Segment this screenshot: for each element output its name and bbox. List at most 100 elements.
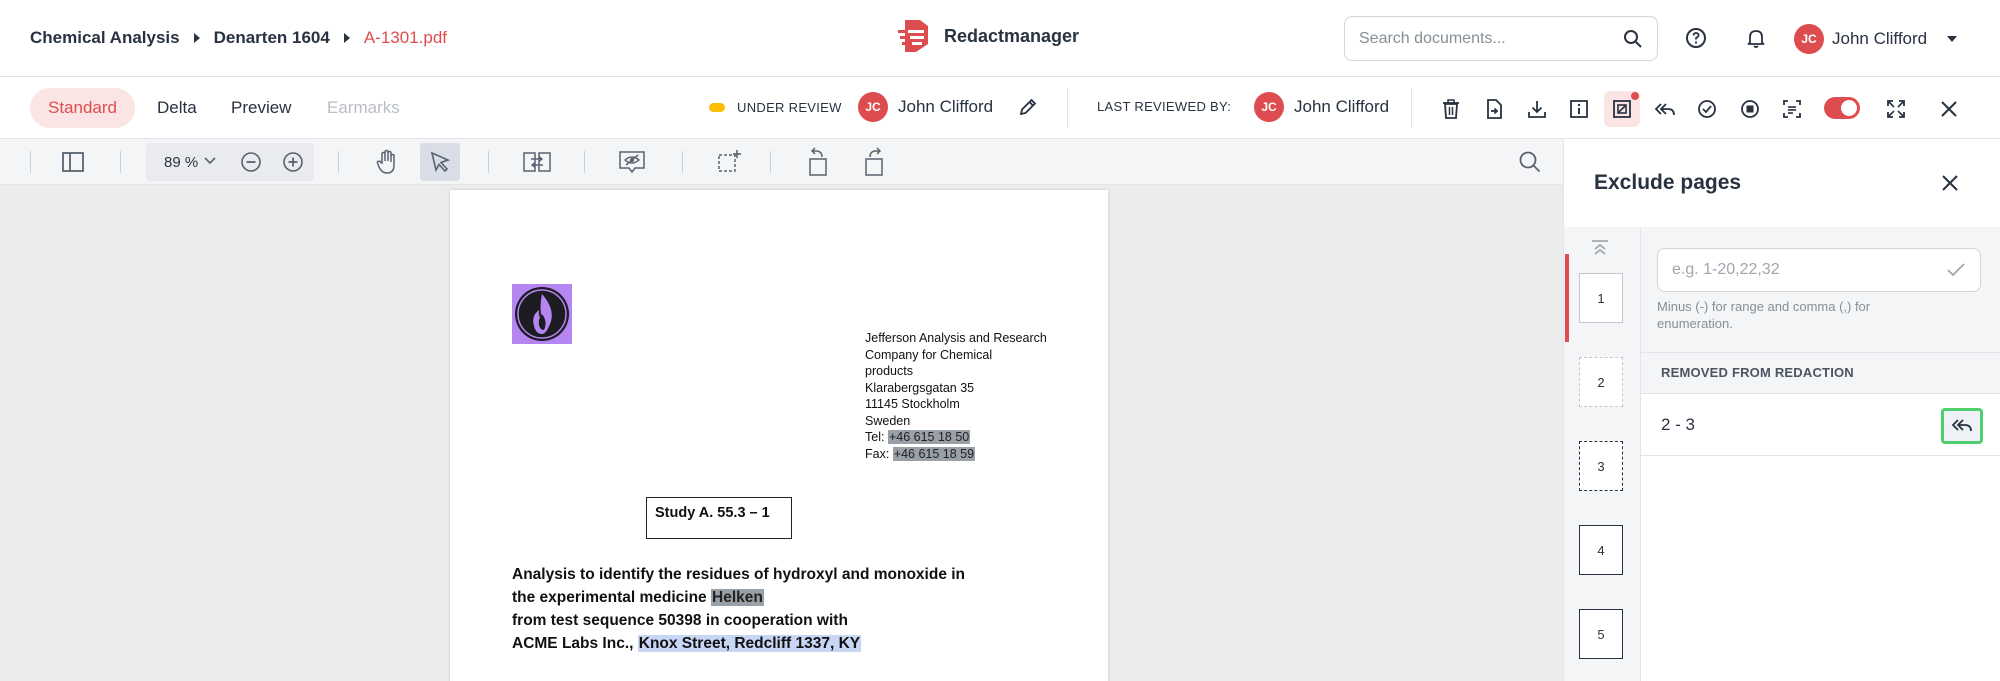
exclude-pages-field[interactable] — [1657, 248, 1981, 292]
page-number: 1 — [1597, 290, 1605, 306]
last-reviewed-label: LAST REVIEWED BY: — [1097, 99, 1232, 114]
chevron-down-icon[interactable] — [204, 157, 216, 165]
exclude-input-section: Minus (-) for range and comma (,) for en… — [1641, 227, 2000, 352]
pdf-page[interactable]: Jefferson Analysis and Research Company … — [450, 190, 1108, 681]
page-thumbnail-4[interactable]: 4 — [1579, 525, 1623, 575]
divider — [1067, 88, 1068, 128]
zoom-control: 89 % — [146, 143, 314, 181]
download-icon[interactable] — [1523, 95, 1551, 123]
status-badge: UNDER REVIEW — [709, 100, 842, 115]
rotate-left-icon[interactable] — [803, 147, 833, 177]
tab-standard[interactable]: Standard — [30, 88, 135, 128]
search-icon[interactable] — [1515, 147, 1545, 177]
approve-check-icon[interactable] — [1693, 95, 1721, 123]
page-thumbnail-3[interactable]: 3 — [1579, 441, 1623, 491]
breadcrumb-item-file[interactable]: A-1301.pdf — [364, 28, 447, 48]
removed-section-heading: REMOVED FROM REDACTION — [1641, 352, 2000, 393]
analysis-text: ACME Labs Inc., — [512, 635, 638, 652]
exclude-pages-form: Minus (-) for range and comma (,) for en… — [1641, 227, 2000, 681]
analysis-line: the experimental medicine Helken — [512, 586, 965, 609]
study-title-box: Study A. 55.3 – 1 — [646, 497, 792, 539]
divider — [488, 151, 489, 173]
fax-line: Fax: +46 615 18 59 — [865, 446, 1065, 463]
breadcrumb-item-project[interactable]: Chemical Analysis — [30, 28, 180, 48]
search-box[interactable] — [1344, 16, 1658, 61]
confirm-check-icon[interactable] — [1946, 262, 1966, 278]
page-thumbnail-2[interactable]: 2 — [1579, 357, 1623, 407]
page-thumbnail-5[interactable]: 5 — [1579, 609, 1623, 659]
redactmanager-logo-icon — [898, 20, 928, 52]
redaction-highlight[interactable]: +46 615 18 50 — [887, 430, 971, 444]
input-hint: Minus (-) for range and comma (,) for en… — [1657, 299, 1871, 331]
hide-annotations-icon[interactable] — [617, 147, 647, 177]
exclude-pages-input[interactable] — [1672, 261, 1946, 279]
divider — [338, 151, 339, 173]
panel-title: Exclude pages — [1594, 171, 1742, 194]
close-panel-icon[interactable] — [1938, 171, 1962, 195]
redaction-preview-toggle[interactable] — [1824, 97, 1860, 119]
delete-trash-icon[interactable] — [1437, 95, 1465, 123]
address-line: Sweden — [865, 413, 911, 428]
edit-pencil-icon[interactable] — [1017, 96, 1039, 118]
tab-earmarks[interactable]: Earmarks — [327, 88, 400, 128]
fax-label: Fax: — [865, 446, 890, 461]
redaction-highlight[interactable]: +46 615 18 59 — [892, 446, 976, 461]
rotate-right-icon[interactable] — [859, 147, 889, 177]
breadcrumb-separator-icon — [193, 33, 200, 43]
reply-all-icon[interactable] — [1651, 95, 1679, 123]
tel-label: Tel: — [865, 430, 885, 444]
last-reviewer: JC John Clifford — [1254, 92, 1389, 122]
brand-name: Redactmanager — [944, 25, 1080, 46]
redaction-highlight[interactable]: Knox Street, Redcliff 1337, KY — [637, 635, 862, 652]
scroll-to-top-icon[interactable] — [1590, 239, 1610, 257]
analysis-line: from test sequence 50398 in cooperation … — [512, 612, 848, 629]
document-import-icon[interactable] — [1480, 95, 1508, 123]
divider — [770, 151, 771, 173]
page-number: 2 — [1597, 374, 1605, 390]
document-viewer[interactable]: Jefferson Analysis and Research Company … — [0, 185, 1563, 681]
help-icon[interactable] — [1684, 26, 1708, 50]
tab-delta[interactable]: Delta — [157, 88, 197, 128]
info-icon[interactable] — [1565, 95, 1593, 123]
breadcrumb-separator-icon — [343, 33, 350, 43]
user-menu[interactable]: JC John Clifford — [1794, 24, 1958, 54]
page-thumbnail-1[interactable]: 1 — [1565, 254, 1623, 342]
search-input[interactable] — [1359, 29, 1623, 48]
tab-preview[interactable]: Preview — [231, 88, 291, 128]
divider — [584, 151, 585, 173]
pan-hand-icon[interactable] — [372, 147, 402, 177]
breadcrumb-item-dossier[interactable]: Denarten 1604 — [214, 28, 330, 48]
assignee[interactable]: JC John Clifford — [858, 92, 1039, 122]
avatar: JC — [1794, 24, 1824, 54]
analysis-line: ACME Labs Inc., Knox Street, Redcliff 13… — [512, 632, 965, 655]
address-line: Company for Chemical — [865, 347, 993, 362]
zoom-in-icon[interactable] — [282, 151, 304, 173]
close-icon[interactable] — [1935, 95, 1963, 123]
page-thumbnails: 1 2 3 4 5 — [1564, 227, 1641, 681]
notifications-bell-icon[interactable] — [1744, 26, 1768, 50]
stop-icon[interactable] — [1736, 95, 1764, 123]
exclude-pages-panel: Exclude pages 1 2 3 4 5 Minus (-) for — [1563, 139, 2000, 681]
ocr-scan-icon[interactable] — [1778, 95, 1806, 123]
notification-dot — [1631, 92, 1639, 100]
undo-exclude-button[interactable] — [1941, 408, 1983, 444]
select-pointer-icon[interactable] — [420, 143, 460, 181]
chevron-down-icon — [1947, 36, 1958, 42]
divider — [1411, 88, 1412, 128]
brand[interactable]: Redactmanager — [896, 18, 1079, 54]
compare-pages-icon[interactable] — [522, 147, 552, 177]
redaction-highlight[interactable]: Helken — [711, 589, 764, 606]
rectangle-select-icon[interactable] — [714, 147, 744, 177]
zoom-out-icon[interactable] — [240, 151, 262, 173]
status-indicator — [709, 103, 725, 112]
avatar: JC — [858, 92, 888, 122]
reply-all-icon — [1951, 419, 1972, 432]
page-number: 5 — [1597, 626, 1605, 642]
toggle-knob — [1841, 100, 1857, 116]
exclude-pages-icon[interactable] — [1604, 91, 1640, 127]
removed-range-row: 2 - 3 — [1641, 393, 2000, 456]
zoom-select[interactable]: 89 % — [164, 154, 198, 171]
toggle-sidebar-icon[interactable] — [58, 147, 88, 177]
search-icon[interactable] — [1623, 29, 1643, 49]
fullscreen-icon[interactable] — [1882, 95, 1910, 123]
